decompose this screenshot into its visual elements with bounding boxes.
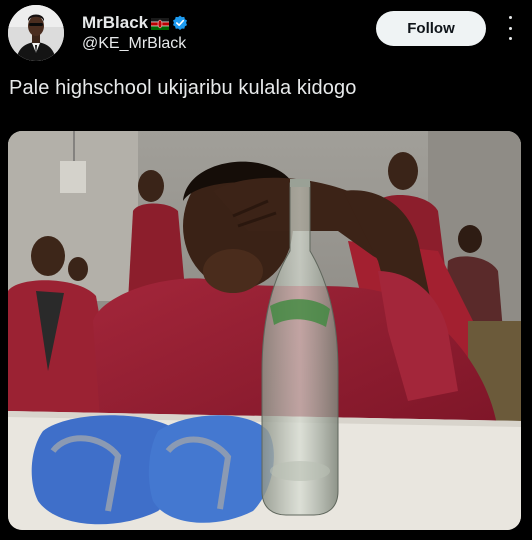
avatar[interactable]: [8, 5, 64, 61]
author-handle[interactable]: @KE_MrBlack: [82, 35, 188, 53]
tweet-card: MrBlack @KE_MrBlack Follow Pale highscho…: [0, 0, 532, 540]
name-row: MrBlack: [82, 12, 188, 34]
post-image[interactable]: [8, 131, 521, 530]
follow-button[interactable]: Follow: [376, 11, 486, 46]
more-options-icon[interactable]: [502, 16, 518, 40]
verified-badge-icon: [172, 15, 188, 31]
author-block: MrBlack @KE_MrBlack: [82, 12, 188, 53]
kenya-flag-icon: [151, 17, 170, 30]
author-display-name[interactable]: MrBlack: [82, 13, 148, 33]
photo-illustration: [8, 131, 521, 530]
avatar-image: [8, 5, 64, 61]
post-text: Pale highschool ukijaribu kulala kidogo: [9, 77, 357, 99]
